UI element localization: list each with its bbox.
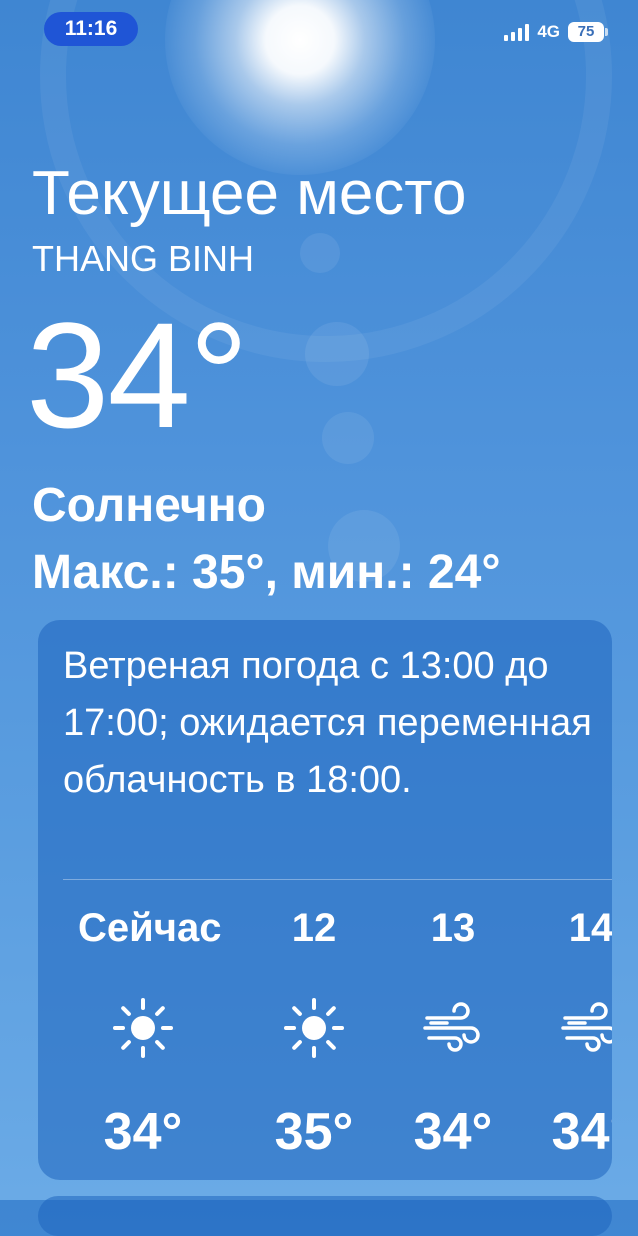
wind-icon — [423, 1002, 480, 1052]
hour-label: 13 — [430, 906, 476, 950]
high-low-temperature: Макс.: 35°, мин.: 24° — [32, 546, 501, 599]
network-type: 4G — [537, 22, 560, 41]
sun-glow — [165, 0, 435, 175]
hourly-item[interactable]: Сейчас 34° — [78, 900, 222, 1164]
lens-flare — [322, 412, 374, 464]
hourly-item[interactable]: 14 34° — [526, 900, 612, 1164]
signal-icon — [504, 23, 530, 41]
hour-temperature: 34° — [103, 1103, 183, 1161]
hourly-item[interactable]: 12 35° — [249, 900, 379, 1164]
location-name: THANG BINH — [32, 238, 255, 279]
hour-label: 12 — [291, 906, 337, 950]
hourly-item[interactable]: 13 34° — [388, 900, 518, 1164]
wind-icon — [561, 1002, 612, 1052]
sun-icon — [284, 998, 344, 1058]
forecast-summary: Ветреная погода с 13:00 до 17:00; ожидае… — [63, 645, 592, 801]
status-time[interactable]: 11:16 — [44, 12, 138, 46]
next-card-peek[interactable] — [38, 1196, 612, 1236]
status-indicators: 4G 75 — [504, 20, 608, 44]
weather-condition: Солнечно — [32, 479, 266, 532]
location-title: Текущее место — [32, 159, 467, 228]
current-temperature: 34° — [26, 291, 249, 459]
hour-label: Сейчас — [78, 906, 222, 950]
hour-temperature: 34° — [551, 1103, 612, 1161]
lens-flare — [300, 233, 340, 273]
hour-temperature: 35° — [274, 1103, 354, 1161]
battery-icon: 75 — [568, 22, 608, 42]
hourly-forecast-card[interactable]: Ветреная погода с 13:00 до 17:00; ожидае… — [38, 620, 612, 1180]
hour-temperature: 34° — [413, 1103, 493, 1161]
lens-flare — [305, 322, 369, 386]
hour-label: 14 — [568, 906, 612, 950]
sun-icon — [113, 998, 173, 1058]
divider — [63, 879, 612, 880]
